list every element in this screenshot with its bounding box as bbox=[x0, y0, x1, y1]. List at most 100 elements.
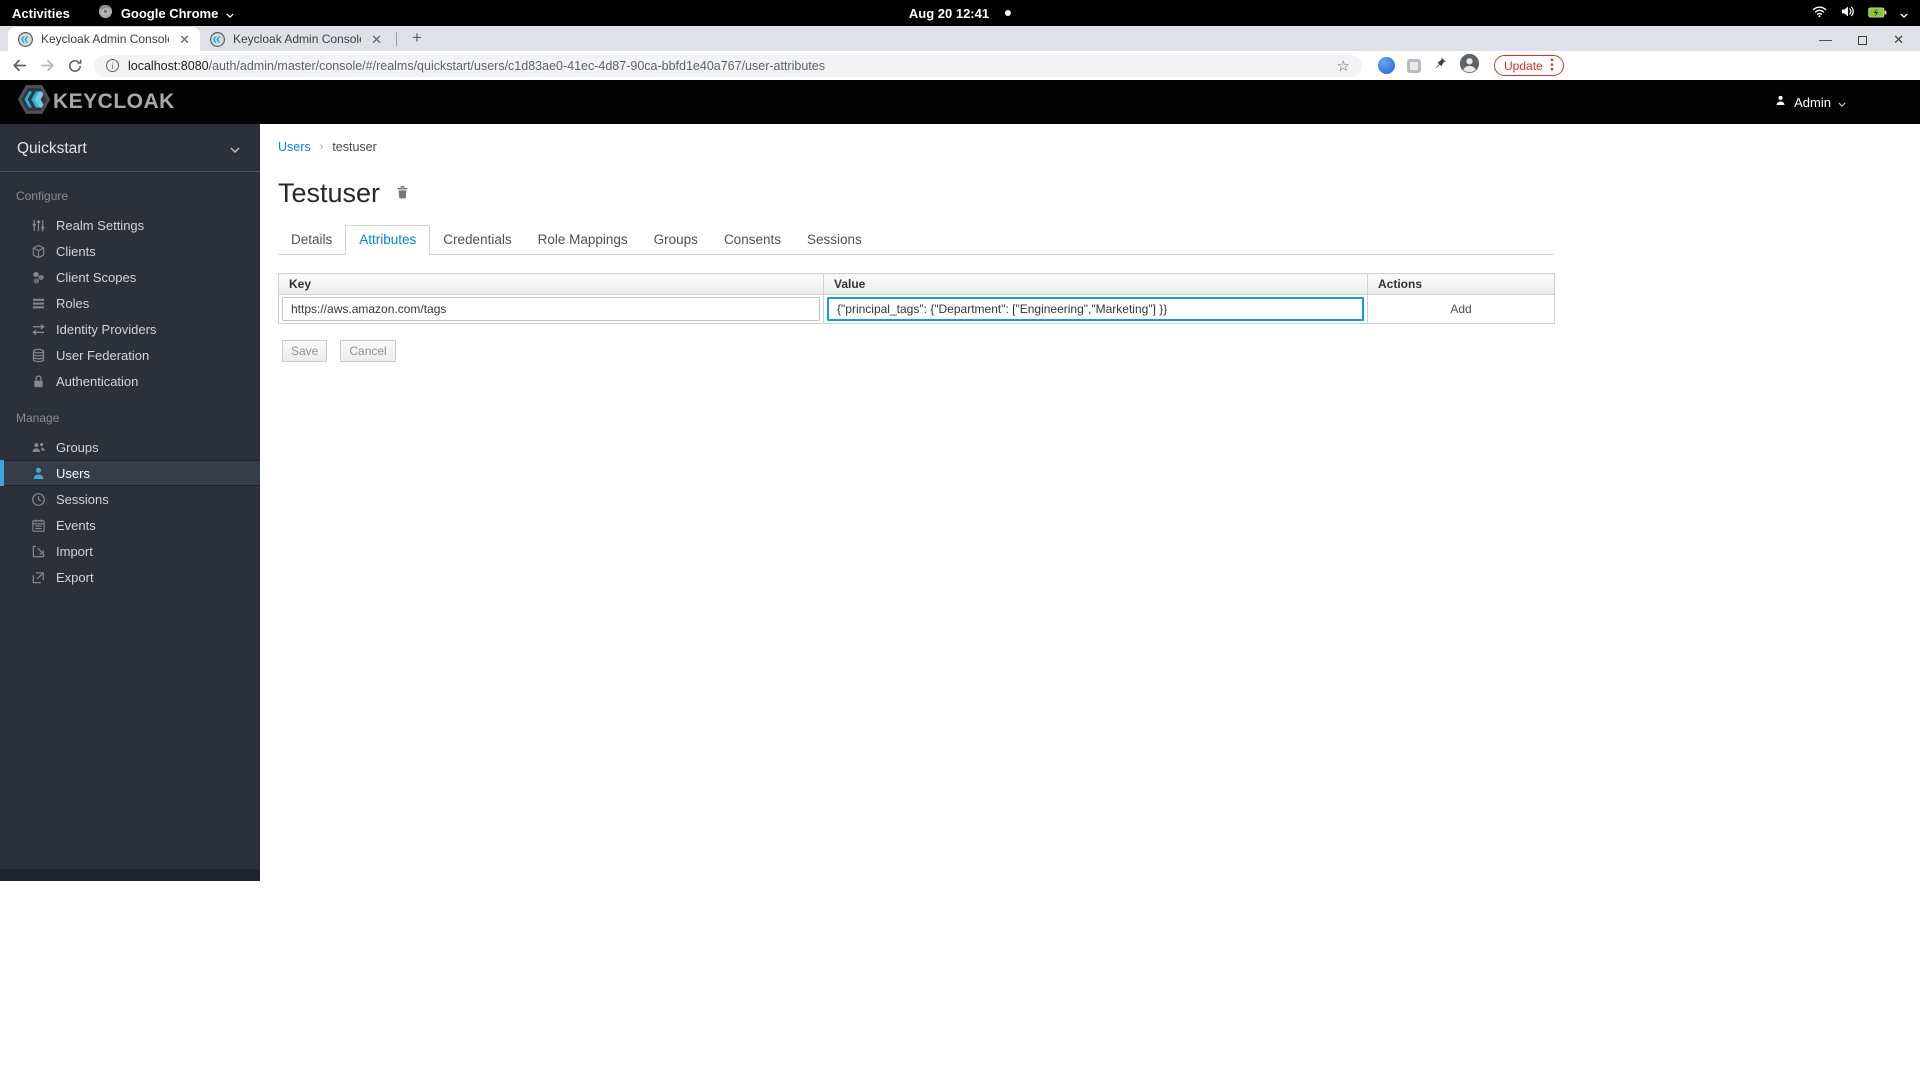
extension-icon-blue[interactable] bbox=[1378, 57, 1395, 74]
tab-title: Keycloak Admin Console bbox=[41, 32, 170, 46]
cancel-button[interactable]: Cancel bbox=[340, 340, 396, 362]
realm-selector[interactable]: Quickstart bbox=[0, 124, 260, 171]
exchange-arrows-icon bbox=[30, 322, 47, 337]
chevron-down-icon bbox=[226, 6, 234, 21]
extensions-area bbox=[1378, 53, 1480, 79]
tab-title: Keycloak Admin Console bbox=[233, 32, 362, 46]
realm-name: Quickstart bbox=[17, 140, 87, 157]
sidebar-item-import[interactable]: Import bbox=[0, 538, 260, 564]
sidebar-item-label: Events bbox=[56, 517, 96, 533]
wifi-icon bbox=[1812, 4, 1827, 22]
keycloak-favicon bbox=[18, 32, 33, 47]
admin-user-menu[interactable]: Admin bbox=[1774, 94, 1846, 110]
export-icon bbox=[30, 570, 47, 585]
tab-sessions[interactable]: Sessions bbox=[794, 225, 875, 255]
app-menu-label: Google Chrome bbox=[120, 5, 219, 21]
window-controls: — ✕ bbox=[1819, 33, 1920, 51]
clock-icon bbox=[30, 492, 47, 507]
close-button[interactable]: ✕ bbox=[1893, 33, 1904, 46]
sidebar-item-sessions[interactable]: Sessions bbox=[0, 486, 260, 512]
user-icon bbox=[30, 466, 47, 481]
system-tray[interactable] bbox=[1812, 4, 1920, 22]
sidebar-item-user-federation[interactable]: User Federation bbox=[0, 342, 260, 368]
column-header-actions: Actions bbox=[1367, 273, 1555, 295]
profile-avatar[interactable] bbox=[1459, 53, 1480, 79]
tab-groups[interactable]: Groups bbox=[641, 225, 711, 255]
breadcrumb-separator: › bbox=[319, 141, 324, 153]
attribute-value-input[interactable] bbox=[827, 297, 1364, 321]
import-icon bbox=[30, 544, 47, 559]
sidebar-item-client-scopes[interactable]: Client Scopes bbox=[0, 264, 260, 290]
battery-icon bbox=[1868, 6, 1887, 21]
browser-tab-1[interactable]: Keycloak Admin Console ✕ bbox=[8, 27, 200, 51]
keycloak-favicon bbox=[210, 32, 225, 47]
sidebar-footer bbox=[0, 869, 260, 881]
sidebar-item-realm-settings[interactable]: Realm Settings bbox=[0, 212, 260, 238]
reload-button[interactable] bbox=[62, 53, 88, 79]
minimize-button[interactable]: — bbox=[1819, 33, 1832, 46]
back-button[interactable] bbox=[6, 53, 32, 79]
breadcrumb: Users › testuser bbox=[278, 140, 1920, 154]
kebab-menu-icon[interactable] bbox=[1550, 58, 1554, 74]
user-tabs: Details Attributes Credentials Role Mapp… bbox=[278, 224, 1554, 255]
browser-tab-strip: Keycloak Admin Console ✕ Keycloak Admin … bbox=[0, 26, 1920, 51]
breadcrumb-users-link[interactable]: Users bbox=[278, 140, 311, 154]
keycloak-logo-icon bbox=[16, 84, 52, 120]
chrome-update-button[interactable]: Update bbox=[1494, 55, 1564, 76]
app-menu[interactable]: Google Chrome bbox=[98, 4, 235, 22]
url-text: localhost:8080/auth/admin/master/console… bbox=[128, 59, 825, 73]
sidebar-item-label: Realm Settings bbox=[56, 217, 145, 233]
breadcrumb-current: testuser bbox=[332, 140, 377, 154]
activities-button[interactable]: Activities bbox=[12, 6, 70, 21]
sidebar-item-groups[interactable]: Groups bbox=[0, 434, 260, 460]
tab-close-icon[interactable]: ✕ bbox=[177, 33, 192, 46]
tab-attributes[interactable]: Attributes bbox=[345, 225, 431, 255]
sidebar-item-users[interactable]: Users bbox=[0, 460, 260, 486]
calendar-icon bbox=[30, 518, 47, 533]
tab-role-mappings[interactable]: Role Mappings bbox=[525, 225, 641, 255]
tab-details[interactable]: Details bbox=[278, 225, 345, 255]
person-icon bbox=[1774, 94, 1787, 110]
delete-user-button[interactable] bbox=[395, 184, 410, 203]
sidebar-item-events[interactable]: Events bbox=[0, 512, 260, 538]
sidebar-item-label: User Federation bbox=[56, 347, 150, 363]
attributes-table: Key Value Actions Add bbox=[278, 273, 1555, 324]
sidebar-item-label: Clients bbox=[56, 243, 96, 259]
sidebar-item-label: Groups bbox=[56, 439, 99, 455]
extension-icon-dark[interactable] bbox=[1433, 56, 1447, 75]
sidebar-item-roles[interactable]: Roles bbox=[0, 290, 260, 316]
maximize-button[interactable] bbox=[1858, 35, 1868, 45]
tab-close-icon[interactable]: ✕ bbox=[369, 33, 384, 46]
page-info-icon[interactable]: i bbox=[106, 59, 119, 72]
section-label-manage: Manage bbox=[16, 411, 60, 425]
table-row: Add bbox=[278, 294, 1555, 324]
tab-credentials[interactable]: Credentials bbox=[430, 225, 524, 255]
attribute-key-input[interactable] bbox=[282, 297, 820, 321]
clock-menu[interactable]: Aug 20 12:41 bbox=[908, 5, 1012, 21]
keycloak-header: KEYCLOAK Admin bbox=[0, 80, 1920, 124]
forward-button[interactable] bbox=[34, 53, 60, 79]
section-label-configure: Configure bbox=[16, 189, 69, 203]
bookmark-star-icon[interactable]: ☆ bbox=[1337, 57, 1350, 75]
add-attribute-button[interactable]: Add bbox=[1450, 302, 1471, 316]
main-content: Users › testuser Testuser Details Attrib… bbox=[260, 124, 1920, 1080]
clock-label: Aug 20 12:41 bbox=[908, 5, 990, 21]
extension-icon-gray[interactable] bbox=[1407, 58, 1421, 73]
sidebar-item-label: Users bbox=[56, 465, 90, 481]
sidebar-item-clients[interactable]: Clients bbox=[0, 238, 260, 264]
browser-tab-2[interactable]: Keycloak Admin Console ✕ bbox=[200, 27, 392, 51]
sidebar-item-export[interactable]: Export bbox=[0, 564, 260, 590]
volume-icon bbox=[1840, 4, 1855, 22]
sidebar-item-authentication[interactable]: Authentication bbox=[0, 368, 260, 394]
tab-consents[interactable]: Consents bbox=[711, 225, 794, 255]
column-header-value: Value bbox=[823, 273, 1368, 295]
url-bar[interactable]: i localhost:8080/auth/admin/master/conso… bbox=[94, 54, 1362, 77]
save-button[interactable]: Save bbox=[282, 340, 328, 362]
new-tab-button[interactable]: + bbox=[405, 28, 429, 48]
sidebar-item-identity-providers[interactable]: Identity Providers bbox=[0, 316, 260, 342]
tab-separator bbox=[396, 32, 397, 46]
sidebar-item-label: Identity Providers bbox=[56, 321, 157, 337]
keycloak-logo[interactable]: KEYCLOAK bbox=[16, 84, 175, 120]
cube-icon bbox=[30, 244, 47, 259]
cubes-icon bbox=[30, 270, 47, 285]
